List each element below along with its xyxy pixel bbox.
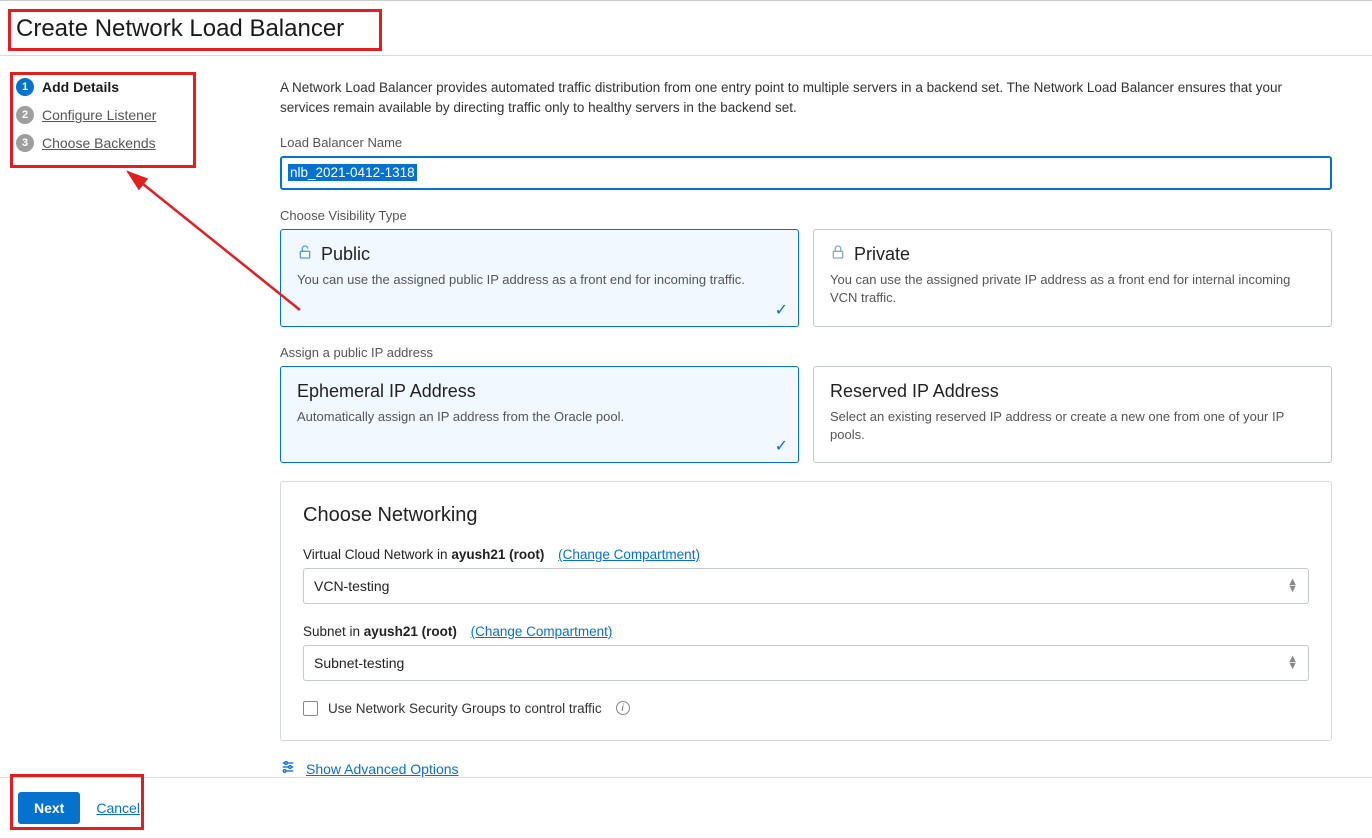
subnet-field-label: Subnet in ayush21 (root) (Change Compart…: [303, 624, 1309, 639]
select-value: Subnet-testing: [314, 655, 404, 671]
main-content: A Network Load Balancer provides automat…: [280, 56, 1372, 799]
wizard-steps-sidebar: 1 Add Details 2 Configure Listener 3 Cho…: [0, 56, 280, 799]
card-description: Select an existing reserved IP address o…: [830, 408, 1315, 444]
select-value: VCN-testing: [314, 578, 389, 594]
vcn-field-label: Virtual Cloud Network in ayush21 (root) …: [303, 547, 1309, 562]
step-label[interactable]: Choose Backends: [42, 135, 156, 151]
card-description: Automatically assign an IP address from …: [297, 408, 782, 426]
nsg-label: Use Network Security Groups to control t…: [328, 701, 602, 716]
load-balancer-name-label: Load Balancer Name: [280, 135, 1332, 150]
input-selected-text: nlb_2021-0412-1318: [288, 164, 417, 181]
wizard-footer: Next Cancel: [0, 777, 1372, 838]
nsg-checkbox-row: Use Network Security Groups to control t…: [303, 701, 1309, 716]
step-choose-backends[interactable]: 3 Choose Backends: [16, 134, 264, 152]
step-configure-listener[interactable]: 2 Configure Listener: [16, 106, 264, 124]
load-balancer-name-input[interactable]: nlb_2021-0412-1318: [280, 156, 1332, 190]
visibility-option-private[interactable]: Private You can use the assigned private…: [813, 229, 1332, 326]
assign-ip-label: Assign a public IP address: [280, 345, 1332, 360]
card-description: You can use the assigned public IP addre…: [297, 271, 782, 289]
cancel-link[interactable]: Cancel: [96, 800, 140, 816]
unlock-icon: [297, 244, 313, 265]
step-number-badge: 1: [16, 78, 34, 96]
change-compartment-link[interactable]: (Change Compartment): [471, 624, 613, 639]
step-number-badge: 2: [16, 106, 34, 124]
vcn-select[interactable]: VCN-testing ▲▼: [303, 568, 1309, 604]
step-label[interactable]: Configure Listener: [42, 107, 156, 123]
page-title: Create Network Load Balancer: [16, 15, 344, 43]
intro-description: A Network Load Balancer provides automat…: [280, 78, 1332, 117]
checkmark-icon: ✓: [775, 300, 788, 320]
next-button[interactable]: Next: [18, 792, 80, 824]
card-description: You can use the assigned private IP addr…: [830, 271, 1315, 307]
step-label: Add Details: [42, 79, 119, 95]
ip-option-reserved[interactable]: Reserved IP Address Select an existing r…: [813, 366, 1332, 463]
card-title-text: Reserved IP Address: [830, 381, 999, 402]
networking-panel: Choose Networking Virtual Cloud Network …: [280, 481, 1332, 741]
visibility-option-public[interactable]: Public You can use the assigned public I…: [280, 229, 799, 326]
sliders-icon: [280, 759, 296, 779]
ip-option-ephemeral[interactable]: Ephemeral IP Address Automatically assig…: [280, 366, 799, 463]
checkmark-icon: ✓: [775, 436, 788, 456]
subnet-select[interactable]: Subnet-testing ▲▼: [303, 645, 1309, 681]
show-advanced-options-link[interactable]: Show Advanced Options: [306, 761, 459, 777]
lock-icon: [830, 244, 846, 265]
card-title-text: Private: [854, 244, 910, 265]
card-title-text: Ephemeral IP Address: [297, 381, 476, 402]
step-number-badge: 3: [16, 134, 34, 152]
change-compartment-link[interactable]: (Change Compartment): [558, 547, 700, 562]
networking-title: Choose Networking: [303, 504, 1309, 527]
info-icon[interactable]: i: [616, 701, 630, 715]
select-stepper-icon: ▲▼: [1287, 579, 1298, 592]
nsg-checkbox[interactable]: [303, 701, 318, 716]
step-add-details: 1 Add Details: [16, 78, 264, 96]
select-stepper-icon: ▲▼: [1287, 656, 1298, 669]
advanced-options-row: Show Advanced Options: [280, 759, 1332, 779]
visibility-type-label: Choose Visibility Type: [280, 208, 1332, 223]
card-title-text: Public: [321, 244, 370, 265]
